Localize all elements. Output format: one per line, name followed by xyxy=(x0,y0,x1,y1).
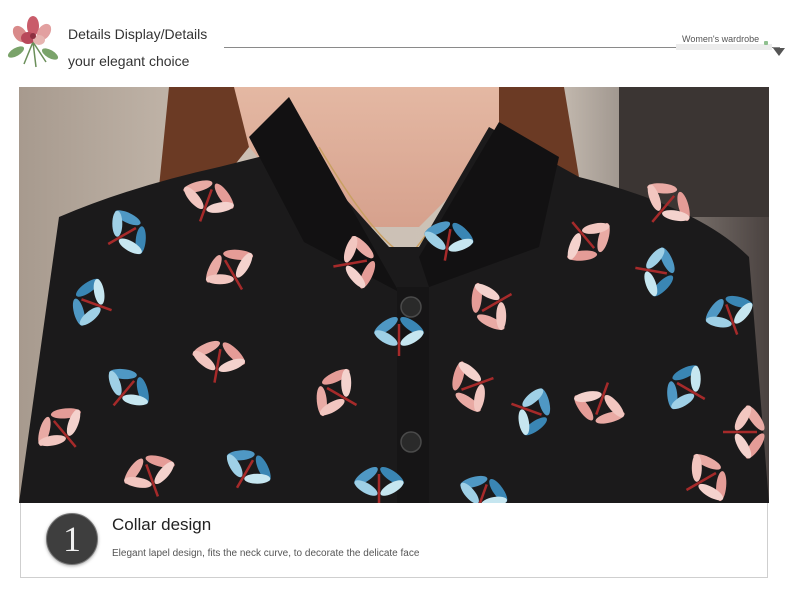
header-title: Details Display/Details xyxy=(68,26,208,42)
header-subtitle: your elegant choice xyxy=(68,53,190,69)
feature-title: Collar design xyxy=(112,515,212,534)
tag-underline xyxy=(676,44,772,50)
feature-caption: 1 Collar design Elegant lapel design, fi… xyxy=(20,503,768,578)
tag-dot xyxy=(764,41,768,45)
triangle-down-icon xyxy=(773,48,785,56)
flower-bouquet-icon xyxy=(7,16,59,68)
product-photo xyxy=(19,87,769,503)
feature-number-badge: 1 xyxy=(46,513,98,565)
feature-description: Elegant lapel design, fits the neck curv… xyxy=(112,548,420,559)
header: Details Display/Details your elegant cho… xyxy=(0,0,790,86)
blouse-image xyxy=(19,87,769,503)
category-tag: Women's wardrobe xyxy=(682,34,760,44)
